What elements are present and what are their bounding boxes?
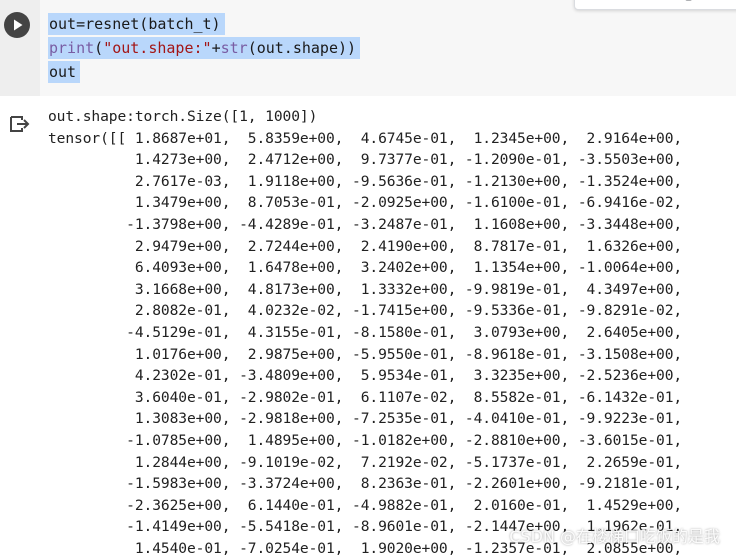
code-editor[interactable]: out=resnet(batch_t) print("out.shape:"+s… — [48, 12, 361, 84]
code-cell[interactable]: ↑ ↓ ▭ ▢ ⚙ out=resnet(batch_t) print("out… — [0, 0, 736, 96]
code-line-1: out=resnet(batch_t) — [48, 12, 360, 36]
watermark: CSDN @在楼梯口吃饭的是我 — [509, 527, 720, 546]
cell-output-text: out.shape:torch.Size([1, 1000]) tensor([… — [48, 108, 683, 557]
comment-icon[interactable]: ▢ — [685, 0, 699, 2]
move-down-icon[interactable]: ↓ — [619, 0, 633, 2]
run-cell-button[interactable] — [4, 12, 30, 38]
play-icon — [14, 19, 23, 31]
code-line-3: out — [48, 60, 360, 84]
output-redirect-icon[interactable] — [7, 112, 31, 136]
cell-gutter — [0, 0, 40, 96]
code-token: + — [211, 39, 221, 57]
code-text: out=resnet(batch_t) — [49, 15, 221, 33]
code-token-str: str — [220, 39, 248, 57]
cell-toolbar: ↑ ↓ ▭ ▢ ⚙ — [574, 0, 736, 10]
code-token: ( — [94, 39, 104, 57]
link-icon[interactable]: ▭ — [653, 0, 667, 2]
code-text: out — [49, 63, 77, 81]
code-token: (out.shape)) — [247, 39, 357, 57]
code-token-print: print — [49, 39, 95, 57]
code-line-2: print("out.shape:"+str(out.shape)) — [48, 36, 361, 60]
code-token-string: "out.shape:" — [103, 39, 212, 57]
output-gutter — [0, 96, 40, 557]
settings-icon[interactable]: ⚙ — [717, 0, 731, 2]
move-up-icon[interactable]: ↑ — [587, 0, 601, 2]
